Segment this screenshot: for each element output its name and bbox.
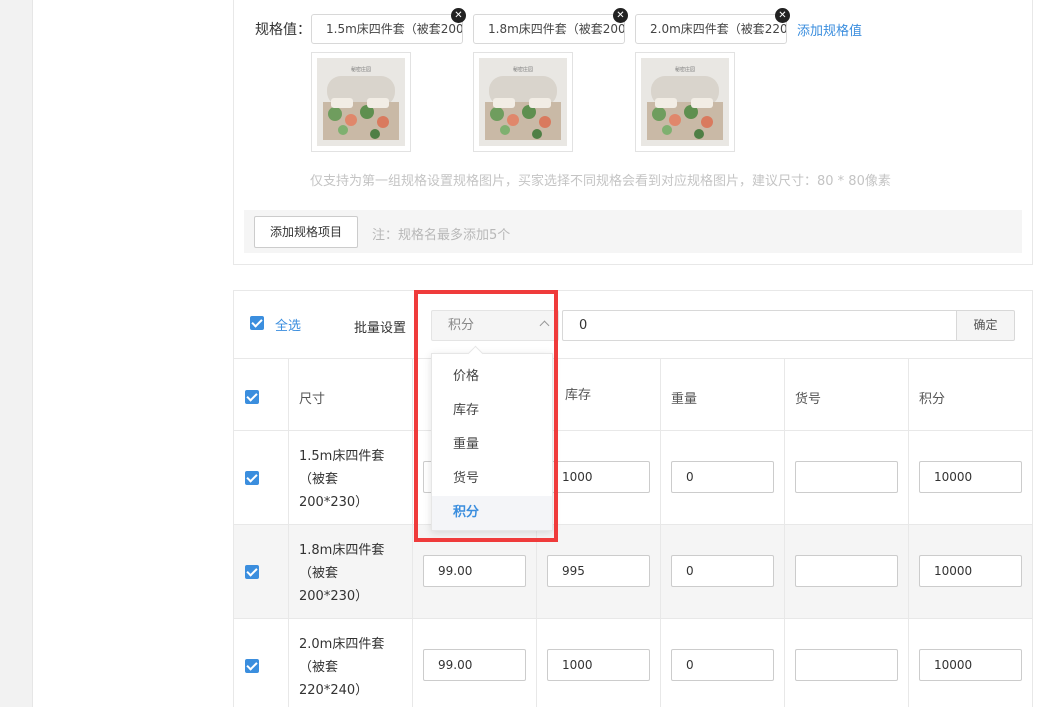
table-row: 1.8m床四件套（被套200*230） 99.00 995 0 10000 <box>234 525 1032 619</box>
batch-field-dropdown: 价格 库存 重量 货号 积分 <box>431 353 553 531</box>
add-spec-item-note: 注：规格名最多添加5个 <box>372 228 511 243</box>
points-input[interactable]: 10000 <box>919 555 1022 587</box>
row-checkbox[interactable] <box>245 565 259 579</box>
price-input[interactable]: 99.00 <box>423 649 526 681</box>
batch-field-select[interactable]: 积分 <box>431 310 559 341</box>
image-logo-text: 秘密庄园 <box>675 66 695 73</box>
sku-code-input[interactable] <box>795 461 898 493</box>
row-size-text: 1.8m床四件套（被套200*230） <box>299 543 385 604</box>
select-all-label[interactable]: 全选 <box>275 315 301 334</box>
spec-panel: 规格值： 1.5m床四件套（被套200 ✕ 1.8m床四件套（被套200 ✕ 2… <box>233 0 1033 265</box>
spec-image-2[interactable]: 秘密庄园 <box>473 52 573 152</box>
select-all-checkbox[interactable] <box>250 316 264 330</box>
image-logo-text: 秘密庄园 <box>513 66 533 73</box>
column-header-size: 尺寸 <box>299 392 326 407</box>
add-spec-value-link[interactable]: 添加规格值 <box>797 20 862 39</box>
dropdown-option-stock[interactable]: 库存 <box>432 394 552 428</box>
price-input[interactable]: 99.00 <box>423 555 526 587</box>
table-header-row: 尺寸 库存 重量 货号 积分 <box>234 359 1032 431</box>
bedding-image: 秘密庄园 <box>641 58 729 146</box>
dropdown-option-weight[interactable]: 重量 <box>432 428 552 462</box>
spec-value-label: 规格值： <box>255 22 311 38</box>
batch-settings-row: 全选 批量设置 积分 0 确定 <box>234 291 1032 359</box>
dropdown-option-points[interactable]: 积分 <box>432 496 552 530</box>
header-checkbox[interactable] <box>245 390 259 404</box>
table-row: 1.5m床四件套（被套200*230） 1000 0 10000 <box>234 431 1032 525</box>
row-checkbox[interactable] <box>245 659 259 673</box>
dropdown-option-sku-code[interactable]: 货号 <box>432 462 552 496</box>
batch-value-input[interactable]: 0 <box>562 310 958 341</box>
batch-settings-label: 批量设置 <box>354 321 407 336</box>
spec-image-3[interactable]: 秘密庄园 <box>635 52 735 152</box>
close-icon[interactable]: ✕ <box>613 8 628 23</box>
sku-code-input[interactable] <box>795 555 898 587</box>
column-header-sku-code: 货号 <box>795 392 822 407</box>
row-size-text: 1.5m床四件套（被套200*230） <box>299 449 385 510</box>
row-size-text: 2.0m床四件套（被套220*240） <box>299 637 385 698</box>
batch-confirm-button[interactable]: 确定 <box>956 310 1015 341</box>
stock-input[interactable]: 1000 <box>547 649 650 681</box>
column-header-points: 积分 <box>919 392 946 407</box>
chevron-up-icon <box>539 320 550 331</box>
weight-input[interactable]: 0 <box>671 461 774 493</box>
spec-value-tag-2[interactable]: 1.8m床四件套（被套200 <box>473 14 625 44</box>
stock-input[interactable]: 1000 <box>547 461 650 493</box>
add-spec-item-bar: 添加规格项目 注：规格名最多添加5个 <box>244 210 1022 253</box>
spec-value-tag-1[interactable]: 1.5m床四件套（被套200 <box>311 14 463 44</box>
column-header-weight: 重量 <box>671 392 698 407</box>
spec-value-tag-3[interactable]: 2.0m床四件套（被套220 <box>635 14 787 44</box>
weight-input[interactable]: 0 <box>671 555 774 587</box>
dropdown-option-price[interactable]: 价格 <box>432 360 552 394</box>
spec-image-hint: 仅支持为第一组规格设置规格图片，买家选择不同规格会看到对应规格图片，建议尺寸：8… <box>310 174 891 189</box>
close-icon[interactable]: ✕ <box>451 8 466 23</box>
row-checkbox[interactable] <box>245 471 259 485</box>
left-gutter <box>0 0 33 707</box>
bedding-image: 秘密庄园 <box>317 58 405 146</box>
column-header-stock: 库存 <box>565 388 592 403</box>
batch-field-selected: 积分 <box>448 318 475 333</box>
sku-panel: 全选 批量设置 积分 0 确定 尺寸 库存 重量 货号 积分 1.5m床四件套（… <box>233 290 1033 707</box>
points-input[interactable]: 10000 <box>919 461 1022 493</box>
stock-input[interactable]: 995 <box>547 555 650 587</box>
image-logo-text: 秘密庄园 <box>351 66 371 73</box>
spec-image-1[interactable]: 秘密庄园 <box>311 52 411 152</box>
weight-input[interactable]: 0 <box>671 649 774 681</box>
add-spec-item-button[interactable]: 添加规格项目 <box>254 216 358 248</box>
sku-code-input[interactable] <box>795 649 898 681</box>
close-icon[interactable]: ✕ <box>775 8 790 23</box>
points-input[interactable]: 10000 <box>919 649 1022 681</box>
bedding-image: 秘密庄园 <box>479 58 567 146</box>
table-row: 2.0m床四件套（被套220*240） 99.00 1000 0 10000 <box>234 619 1032 707</box>
